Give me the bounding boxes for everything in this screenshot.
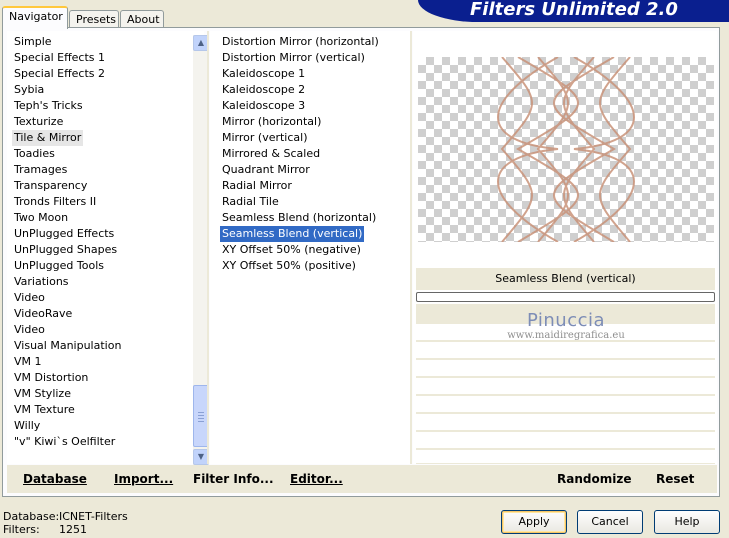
filter-item[interactable]: XY Offset 50% (negative): [220, 242, 363, 258]
filter-item[interactable]: XY Offset 50% (positive): [220, 258, 358, 274]
filter-item[interactable]: Seamless Blend (vertical): [220, 226, 365, 242]
parameter-row: [416, 414, 715, 431]
parameter-row: [416, 396, 715, 413]
parameter-row: [416, 342, 715, 359]
category-item[interactable]: Special Effects 2: [12, 66, 107, 82]
category-item[interactable]: "v" Kiwi`s Oelfilter: [12, 434, 117, 450]
watermark-url: www.maidiregrafica.eu: [507, 330, 625, 341]
category-item[interactable]: Teph's Tricks: [12, 98, 85, 114]
database-button[interactable]: Database: [23, 472, 87, 486]
watermark-name: Pinuccia: [526, 310, 606, 331]
help-button[interactable]: Help: [654, 510, 720, 534]
import-button[interactable]: Import...: [114, 472, 173, 486]
category-item[interactable]: Tile & Mirror: [12, 130, 84, 146]
parameter-row: [416, 378, 715, 395]
filter-item[interactable]: Distortion Mirror (horizontal): [220, 34, 381, 50]
list-divider: [207, 31, 209, 464]
preview-pattern: [497, 57, 635, 242]
randomize-button[interactable]: Randomize: [557, 472, 631, 486]
category-item[interactable]: Special Effects 1: [12, 50, 107, 66]
filter-item[interactable]: Quadrant Mirror: [220, 162, 312, 178]
filter-item[interactable]: Kaleidoscope 2: [220, 82, 307, 98]
category-list[interactable]: ▲ ▼ Simple Special Effects 1 Special Effec…: [7, 31, 209, 465]
category-item[interactable]: VM Texture: [12, 402, 77, 418]
editor-button[interactable]: Editor...: [290, 472, 343, 486]
category-item[interactable]: Simple: [12, 34, 54, 50]
category-item[interactable]: UnPlugged Shapes: [12, 242, 119, 258]
category-item[interactable]: Tronds Filters II: [12, 194, 98, 210]
category-item[interactable]: VM Stylize: [12, 386, 73, 402]
cancel-button[interactable]: Cancel: [577, 510, 643, 534]
status-database-value: ICNET-Filters: [59, 510, 128, 523]
category-item[interactable]: Tramages: [12, 162, 69, 178]
category-item[interactable]: VM Distortion: [12, 370, 90, 386]
parameter-row: [416, 360, 715, 377]
filter-item[interactable]: Radial Tile: [220, 194, 281, 210]
apply-button[interactable]: Apply: [501, 510, 567, 534]
filter-name-caption: Seamless Blend (vertical): [416, 268, 715, 290]
filter-item[interactable]: Kaleidoscope 1: [220, 66, 307, 82]
category-item[interactable]: Sybia: [12, 82, 46, 98]
status-database-label: Database:: [3, 510, 60, 523]
status-filters-label: Filters:: [3, 523, 40, 536]
preview-image: [418, 57, 714, 242]
category-item[interactable]: VM 1: [12, 354, 44, 370]
category-item[interactable]: VideoRave: [12, 306, 74, 322]
tab-navigator[interactable]: Navigator: [2, 6, 68, 29]
category-item[interactable]: Toadies: [12, 146, 57, 162]
filter-item[interactable]: Seamless Blend (horizontal): [220, 210, 378, 226]
status-filters-value: 1251: [59, 523, 87, 536]
title-banner: Filters Unlimited 2.0: [418, 0, 729, 22]
filter-info-button[interactable]: Filter Info...: [193, 472, 274, 486]
filter-item[interactable]: Mirror (vertical): [220, 130, 310, 146]
filter-list[interactable]: Distortion Mirror (horizontal) Distortion…: [210, 31, 410, 464]
category-item[interactable]: Texturize: [12, 114, 65, 130]
category-item[interactable]: Transparency: [12, 178, 89, 194]
category-item[interactable]: UnPlugged Tools: [12, 258, 106, 274]
filter-item[interactable]: Distortion Mirror (vertical): [220, 50, 367, 66]
progress-bar: [416, 292, 715, 302]
category-item[interactable]: Visual Manipulation: [12, 338, 123, 354]
category-item[interactable]: Variations: [12, 274, 71, 290]
filter-item[interactable]: Mirror (horizontal): [220, 114, 323, 130]
category-item[interactable]: UnPlugged Effects: [12, 226, 116, 242]
category-item[interactable]: Video: [12, 322, 47, 338]
parameter-row: [416, 450, 715, 464]
category-item[interactable]: Willy: [12, 418, 42, 434]
list-divider: [410, 31, 412, 464]
filter-item[interactable]: Mirrored & Scaled: [220, 146, 322, 162]
filter-item[interactable]: Radial Mirror: [220, 178, 294, 194]
category-item[interactable]: Two Moon: [12, 210, 70, 226]
category-item[interactable]: Video: [12, 290, 47, 306]
parameter-row: [416, 432, 715, 449]
filter-item[interactable]: Kaleidoscope 3: [220, 98, 307, 114]
window-title: Filters Unlimited 2.0: [470, 0, 678, 20]
reset-button[interactable]: Reset: [656, 472, 694, 486]
